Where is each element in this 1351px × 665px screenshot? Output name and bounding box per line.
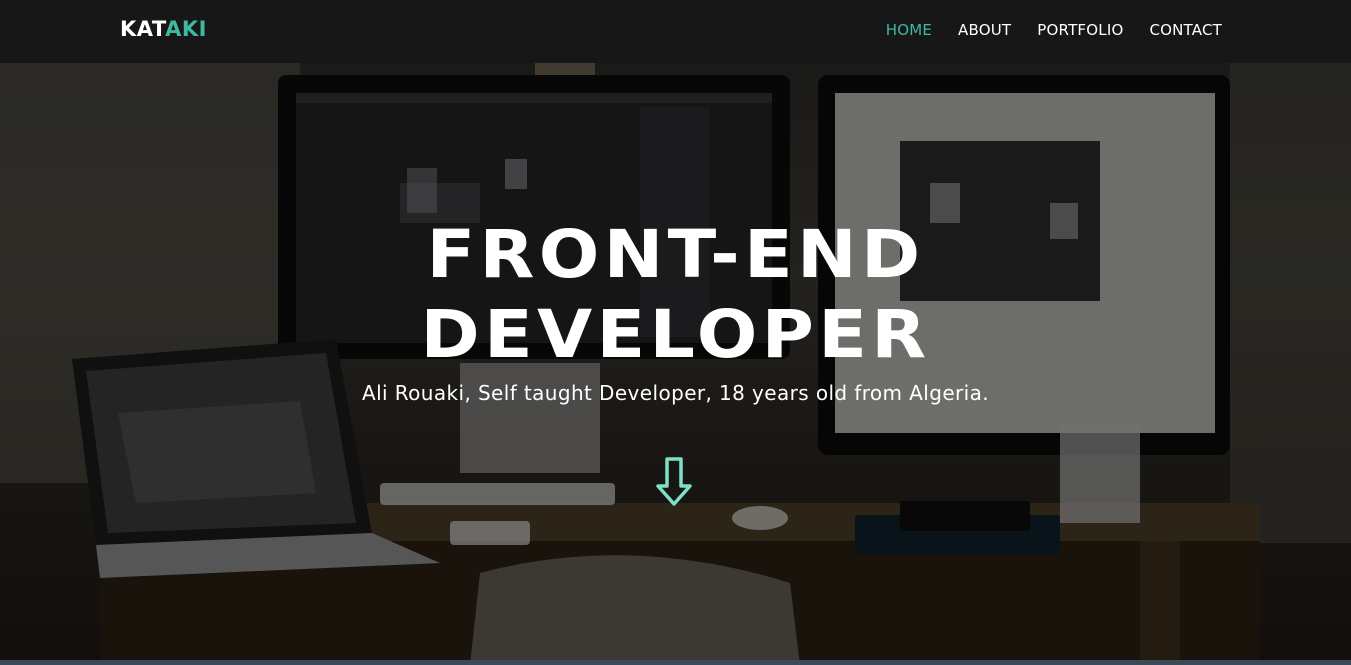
hero-headline: FRONT-END DEVELOPER [0,215,1351,375]
site-logo[interactable]: KATAKI [120,17,207,41]
headline-line-2: DEVELOPER [420,296,931,373]
nav-item-home[interactable]: HOME [886,21,932,39]
navbar: KATAKI HOME ABOUT PORTFOLIO CONTACT [0,0,1351,63]
down-arrow-icon[interactable] [654,456,694,508]
headline-line-1: FRONT-END [426,216,925,293]
nav-item-about[interactable]: ABOUT [958,21,1011,39]
main-nav: HOME ABOUT PORTFOLIO CONTACT [886,21,1222,39]
nav-item-portfolio[interactable]: PORTFOLIO [1037,21,1123,39]
logo-accent: AKI [165,17,207,41]
hero-subtitle: Ali Rouaki, Self taught Developer, 18 ye… [361,381,990,405]
bottom-strip [0,660,1351,665]
logo-prefix: KAT [120,17,166,41]
hero-section: FRONT-END DEVELOPER Ali Rouaki, Self tau… [0,63,1351,665]
nav-item-contact[interactable]: CONTACT [1149,21,1222,39]
